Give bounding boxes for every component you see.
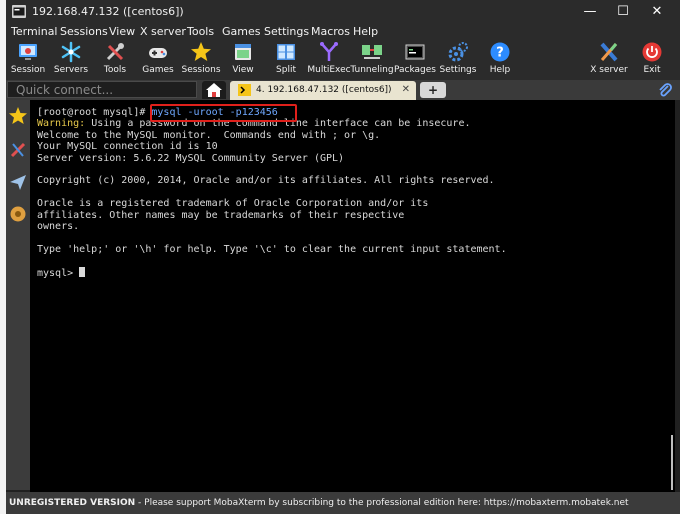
star-icon <box>191 42 211 61</box>
help-icon: ? <box>490 42 510 62</box>
minimize-button[interactable]: — <box>573 2 607 22</box>
tunneling-icon <box>362 45 382 59</box>
new-tab-button[interactable]: + <box>420 82 446 98</box>
output-line: Welcome to the MySQL monitor. Commands e… <box>37 129 381 141</box>
window-title: 192.168.47.132 ([centos6]) <box>32 5 184 18</box>
xserver-icon <box>600 42 618 62</box>
multiexec-button[interactable]: MultiExec <box>307 40 351 78</box>
home-icon <box>206 83 222 97</box>
sidebar-star-icon[interactable] <box>8 106 28 126</box>
settings-button[interactable]: Settings <box>440 40 476 78</box>
menu-terminal[interactable]: Terminal <box>11 25 58 38</box>
output-line: Copyright (c) 2000, 2014, Oracle and/or … <box>37 175 495 187</box>
session-tab-label: 4. 192.168.47.132 ([centos6]) <box>256 85 392 95</box>
menu-macros[interactable]: Macros <box>311 25 350 38</box>
status-message[interactable]: - Please support MobaXterm by subscribin… <box>135 498 629 508</box>
packages-button[interactable]: Packages <box>394 40 436 78</box>
sidebar-tools-icon[interactable] <box>8 140 28 160</box>
output-line: Type 'help;' or '\h' for help. Type '\c'… <box>37 243 507 255</box>
tunneling-button[interactable]: Tunneling <box>350 40 394 78</box>
terminal-output: [root@root mysql]# mysql -uroot -p123456… <box>37 107 507 279</box>
split-icon <box>277 44 295 60</box>
command-highlight-box <box>150 104 297 122</box>
warning-label: Warning: <box>37 118 86 130</box>
mysql-prompt: mysql> <box>37 267 80 279</box>
view-icon <box>235 44 251 60</box>
toolbar: Session Servers Tools Games Sessions Vie… <box>6 40 680 80</box>
menu-view[interactable]: View <box>109 25 135 38</box>
sidebar-macro-icon[interactable] <box>8 204 28 224</box>
session-icon <box>19 44 37 60</box>
gamepad-icon <box>149 48 167 58</box>
output-line: Oracle is a registered trademark of Orac… <box>37 198 429 210</box>
unregistered-label: UNREGISTERED VERSION <box>9 498 136 508</box>
view-button[interactable]: View <box>230 40 256 78</box>
menu-tools[interactable]: Tools <box>187 25 214 38</box>
tools-button[interactable]: Tools <box>100 40 130 78</box>
output-line: Your MySQL connection id is 10 <box>37 141 218 153</box>
split-button[interactable]: Split <box>273 40 299 78</box>
terminal-area[interactable]: [root@root mysql]# mysql -uroot -p123456… <box>30 100 675 492</box>
xserver-button[interactable]: X server <box>590 40 628 78</box>
terminal-scrollbar[interactable] <box>671 435 673 490</box>
tab-session[interactable]: 4. 192.168.47.132 ([centos6]) ✕ <box>230 81 416 100</box>
games-button[interactable]: Games <box>142 40 174 78</box>
terminal-cursor <box>79 266 86 277</box>
output-line: affiliates. Other names may be trademark… <box>37 209 405 221</box>
output-line: owners. <box>37 221 80 233</box>
home-tab[interactable] <box>202 81 226 99</box>
power-icon <box>642 42 662 62</box>
quick-connect-input[interactable]: Quick connect... <box>7 81 197 98</box>
menu-help[interactable]: Help <box>353 25 378 38</box>
close-button[interactable]: ✕ <box>640 2 674 22</box>
tab-row: Quick connect... 4. 192.168.47.132 ([cen… <box>6 80 680 100</box>
status-bar: UNREGISTERED VERSION - Please support Mo… <box>6 492 680 514</box>
sessions-button[interactable]: Sessions <box>181 40 221 78</box>
exit-button[interactable]: Exit <box>639 40 665 78</box>
packages-icon <box>405 44 425 60</box>
menu-bar: Terminal Sessions View X server Tools Ga… <box>6 24 680 40</box>
terminal-tab-icon <box>238 84 251 96</box>
output-line: Server version: 5.6.22 MySQL Community S… <box>37 152 345 164</box>
paperclip-icon[interactable] <box>658 82 672 98</box>
tools-icon <box>106 43 124 61</box>
menu-xserver[interactable]: X server <box>140 25 186 38</box>
session-button[interactable]: Session <box>11 40 45 78</box>
mobaxterm-window: 192.168.47.132 ([centos6]) — ☐ ✕ Termina… <box>0 0 680 514</box>
title-bar[interactable]: 192.168.47.132 ([centos6]) — ☐ ✕ <box>6 0 680 24</box>
maximize-button[interactable]: ☐ <box>606 2 640 22</box>
left-sidebar <box>6 100 30 490</box>
menu-settings[interactable]: Settings <box>264 25 309 38</box>
gear-icon <box>448 42 468 62</box>
sidebar-send-icon[interactable] <box>8 172 28 192</box>
servers-button[interactable]: Servers <box>54 40 88 78</box>
session-tab-close-icon[interactable]: ✕ <box>402 84 410 95</box>
menu-games[interactable]: Games <box>222 25 260 38</box>
svg-text:?: ? <box>496 46 504 61</box>
shell-prompt: [root@root mysql]# <box>37 107 152 118</box>
help-button[interactable]: ? Help <box>487 40 513 78</box>
servers-icon <box>61 41 81 63</box>
multiexec-icon <box>320 42 338 61</box>
mobaxterm-app-icon <box>12 5 26 18</box>
menu-sessions[interactable]: Sessions <box>60 25 108 38</box>
